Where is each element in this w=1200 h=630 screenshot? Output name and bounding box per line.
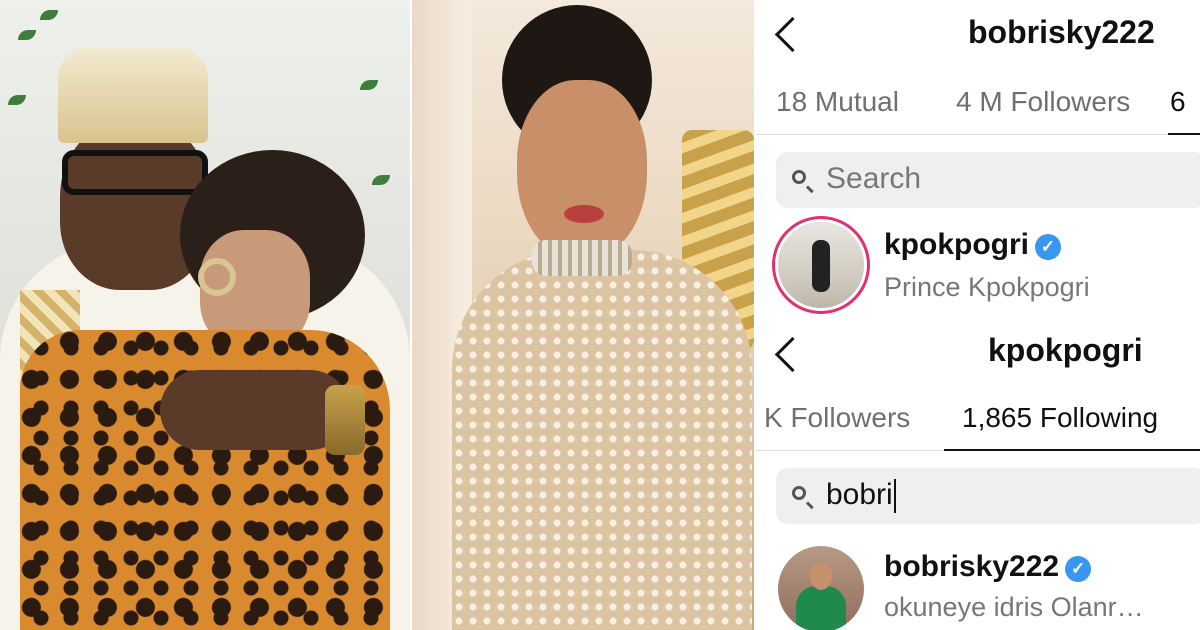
tab-followers[interactable]: K Followers	[764, 402, 910, 434]
tab-followers[interactable]: 4 M Followers	[956, 86, 1130, 118]
wristwatch	[325, 385, 365, 455]
search-icon	[792, 486, 806, 500]
search-value: bobri	[826, 478, 896, 514]
profile-title: bobrisky222	[968, 14, 1155, 50]
embroidered-cap	[58, 48, 208, 143]
avatar-dress	[796, 586, 846, 630]
full-name: okuneye idris Olanr…	[884, 592, 1144, 622]
tab-following[interactable]: 1,865 Following	[962, 402, 1158, 434]
leaf-decoration	[18, 30, 36, 40]
avatar-head	[810, 562, 832, 590]
earring	[198, 258, 236, 296]
leaf-decoration	[8, 95, 26, 105]
profile-title: kpokpogri	[988, 332, 1143, 368]
back-chevron-icon[interactable]	[774, 16, 811, 53]
eyeglasses	[62, 150, 208, 195]
search-input[interactable]: bobri	[776, 468, 1200, 524]
leaf-decoration	[360, 80, 378, 90]
instagram-screen-kpokpogri: kpokpogri K Followers 1,865 Following bo…	[756, 318, 1200, 630]
verified-badge-icon: ✓	[1035, 234, 1062, 260]
avatar-figure	[812, 240, 830, 292]
photo-portrait	[412, 0, 754, 630]
leaf-decoration	[40, 10, 58, 20]
embracing-hand	[160, 370, 350, 450]
photo-couple-embrace	[0, 0, 410, 630]
tabs-divider	[756, 134, 1200, 135]
avatar[interactable]	[778, 546, 864, 630]
username[interactable]: bobrisky222 ✓	[884, 550, 1092, 584]
text-caret	[893, 479, 896, 514]
active-tab-underline	[1168, 133, 1200, 135]
search-placeholder: Search	[826, 162, 922, 195]
portrait-face	[517, 80, 647, 260]
tab-following-partial[interactable]: 6	[1170, 86, 1186, 118]
active-tab-underline	[944, 449, 1200, 451]
choker-necklace	[532, 240, 632, 276]
embellished-gown	[452, 250, 752, 630]
instagram-screen-bobrisky222: bobrisky222 18 Mutual 4 M Followers 6 Se…	[756, 0, 1200, 318]
search-icon	[792, 170, 806, 184]
back-chevron-icon[interactable]	[774, 336, 811, 373]
tab-mutual[interactable]: 18 Mutual	[776, 86, 899, 118]
avatar[interactable]	[778, 222, 864, 308]
full-name: Prince Kpokpogri	[884, 272, 1090, 302]
search-input[interactable]: Search	[776, 152, 1200, 208]
username[interactable]: kpokpogri ✓	[884, 228, 1062, 262]
leaf-decoration	[372, 175, 390, 185]
verified-badge-icon: ✓	[1065, 556, 1092, 582]
lips	[564, 205, 604, 223]
